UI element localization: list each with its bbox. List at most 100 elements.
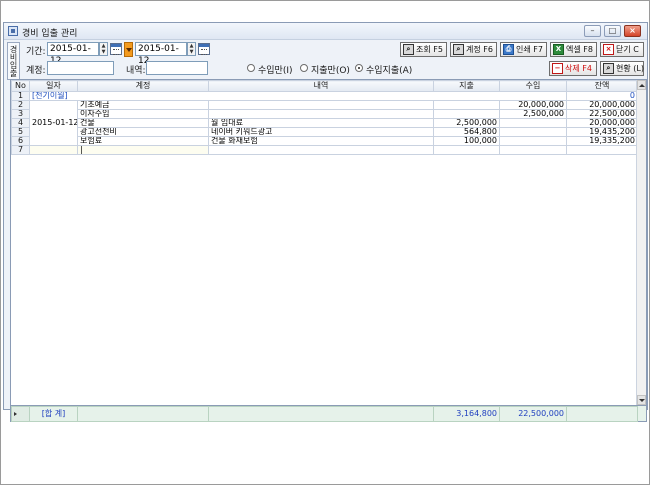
account-cell: 건물 — [77, 118, 209, 128]
header-expense[interactable]: 지출 — [433, 80, 500, 92]
account-label: 계정: — [26, 66, 46, 76]
balance-cell: 20,000,000 — [566, 118, 638, 128]
radio-expense-only[interactable] — [300, 64, 308, 72]
income-cell — [499, 136, 567, 146]
balance-cell: 19,335,200 — [566, 136, 638, 146]
header-income[interactable]: 수입 — [499, 80, 567, 92]
date-cell: 2015-01-12 — [29, 100, 78, 146]
scroll-up-icon[interactable] — [637, 80, 646, 90]
totals-empty — [208, 406, 434, 422]
period-label: 기간: — [26, 47, 46, 57]
date-from-calendar-icon[interactable] — [110, 43, 122, 55]
screen-frame: 경비 입출 관리 – □ × 경비입출 기간: 2015-01-12 ▲▼ 20… — [0, 0, 650, 485]
row-number: 4 — [11, 118, 30, 128]
status-button[interactable]: ⌕ 현황 (L) — [600, 61, 644, 76]
radio-income-expense[interactable] — [355, 64, 363, 72]
table-row[interactable]: 2 2015-01-12 기초예금 20,000,000 20,000,000 — [11, 100, 638, 146]
side-tab[interactable]: 경비입출 — [7, 42, 20, 80]
memo-input[interactable] — [146, 61, 208, 75]
printer-icon: ⎙ — [503, 44, 514, 55]
header-row: No 일자 계정 내역 지출 수입 잔액 — [11, 80, 638, 92]
totals-row: [합 계] 3,164,800 22,500,000 — [11, 406, 638, 422]
date-to-spinner[interactable]: ▲ ▼ — [187, 42, 196, 56]
close-icon: × — [603, 44, 614, 55]
new-entry-row[interactable]: 7 | — [11, 145, 638, 155]
ledger-table: No 일자 계정 내역 지출 수입 잔액 1 [전기이월] 0 2 2015-0… — [11, 80, 638, 155]
income-cell — [499, 118, 567, 128]
title-bar[interactable]: 경비 입출 관리 – □ × — [4, 23, 647, 40]
memo-cell: 건물 화재보험 — [208, 136, 434, 146]
close-window-button[interactable]: × — [624, 25, 641, 37]
table-row[interactable]: 6 보험료 건물 화재보험 100,000 19,335,200 — [11, 136, 638, 146]
header-balance[interactable]: 잔액 — [566, 80, 638, 92]
header-no[interactable]: No — [11, 80, 30, 92]
row-number: 2 — [11, 100, 30, 110]
radio-income-only-label[interactable]: 수입만(I) — [258, 63, 293, 76]
memo-cell: 네이버 키워드광고 — [208, 127, 434, 137]
totals-expense: 3,164,800 — [433, 406, 500, 422]
excel-button[interactable]: X 엑셀 F8 — [550, 42, 597, 57]
date-to-calendar-icon[interactable] — [198, 43, 210, 55]
delete-button[interactable]: − 삭제 F4 — [549, 61, 597, 76]
ledger-grid[interactable]: No 일자 계정 내역 지출 수입 잔액 1 [전기이월] 0 2 2015-0… — [10, 79, 647, 406]
period-dropdown-arrow[interactable] — [124, 42, 133, 57]
new-balance-cell[interactable] — [566, 145, 638, 155]
income-cell: 2,500,000 — [499, 109, 567, 119]
radio-income-expense-label[interactable]: 수입지출(A) — [366, 63, 412, 76]
balance-cell: 20,000,000 — [566, 100, 638, 110]
table-row[interactable]: 3 이자수입 2,500,000 22,500,000 — [11, 109, 638, 119]
header-memo[interactable]: 내역 — [208, 80, 434, 92]
account-cell: 보험료 — [77, 136, 209, 146]
caret-right-icon — [14, 412, 17, 416]
magnifier-icon: ⌕ — [453, 44, 464, 55]
memo-cell — [208, 100, 434, 110]
balance-cell: 22,500,000 — [566, 109, 638, 119]
table-row[interactable]: 4 건물 월 임대료 2,500,000 20,000,000 — [11, 118, 638, 128]
radio-income-only[interactable] — [247, 64, 255, 72]
date-from-spinner[interactable]: ▲ ▼ — [99, 42, 108, 56]
scroll-down-icon[interactable] — [637, 395, 646, 405]
new-account-cell[interactable]: | — [77, 145, 209, 155]
memo-cell — [208, 109, 434, 119]
row-number: 6 — [11, 136, 30, 146]
memo-label: 내역: — [126, 66, 146, 76]
totals-empty — [566, 406, 638, 422]
new-date-cell[interactable] — [29, 145, 78, 155]
vertical-scrollbar[interactable] — [636, 80, 646, 405]
new-expense-cell[interactable] — [433, 145, 500, 155]
account-button[interactable]: ⌕ 계정 F6 — [450, 42, 497, 57]
account-cell: 기초예금 — [77, 100, 209, 110]
balance-cell: 0 — [566, 91, 638, 101]
print-button[interactable]: ⎙ 인쇄 F7 — [500, 42, 547, 57]
new-memo-cell[interactable] — [208, 145, 434, 155]
date-to-field[interactable]: 2015-01-12 — [135, 42, 187, 66]
minimize-button[interactable]: – — [584, 25, 601, 37]
table-row[interactable]: 5 광고선전비 네이버 키워드광고 564,800 19,435,200 — [11, 127, 638, 137]
table-row[interactable]: 1 [전기이월] 0 — [11, 91, 638, 101]
account-select[interactable] — [47, 61, 114, 75]
minus-icon: − — [552, 63, 563, 74]
header-account[interactable]: 계정 — [77, 80, 209, 92]
radio-expense-only-label[interactable]: 지출만(O) — [311, 63, 350, 76]
close-button[interactable]: × 닫기 C — [600, 42, 644, 57]
header-date[interactable]: 일자 — [29, 80, 78, 92]
row-number: 5 — [11, 127, 30, 137]
new-income-cell[interactable] — [499, 145, 567, 155]
search-button[interactable]: ⌕ 조회 F5 — [400, 42, 447, 57]
expense-window: 경비 입출 관리 – □ × 경비입출 기간: 2015-01-12 ▲▼ 20… — [3, 22, 648, 422]
date-from-field[interactable]: 2015-01-12 — [47, 42, 99, 66]
search-icon: ⌕ — [603, 63, 614, 74]
window-title: 경비 입출 관리 — [22, 29, 78, 39]
totals-income: 22,500,000 — [499, 406, 567, 422]
expense-cell — [433, 100, 500, 110]
maximize-button[interactable]: □ — [604, 25, 621, 37]
totals-row-indicator — [11, 406, 30, 422]
income-cell — [499, 127, 567, 137]
totals-table: [합 계] 3,164,800 22,500,000 — [11, 406, 638, 422]
expense-cell: 2,500,000 — [433, 118, 500, 128]
side-tab-label: 경비입출 — [9, 45, 18, 77]
expense-cell: 564,800 — [433, 127, 500, 137]
row-number: 7 — [11, 145, 30, 155]
row-number: 1 — [11, 91, 30, 101]
search-icon: ⌕ — [403, 44, 414, 55]
